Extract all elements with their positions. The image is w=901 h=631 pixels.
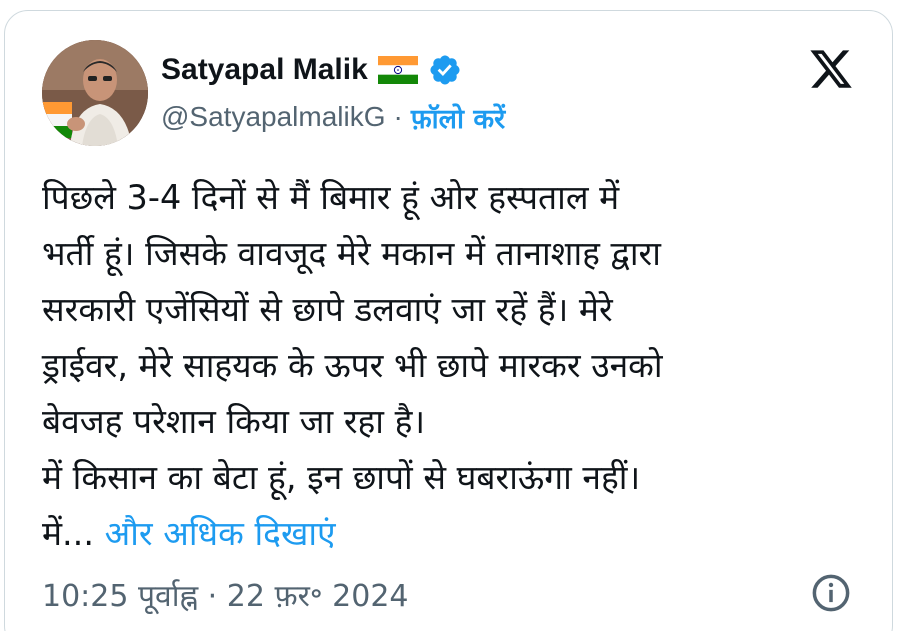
tweet-line: सरकारी एजेंसियों से छापे डलवाएं जा रहें … — [42, 290, 613, 329]
avatar-photo — [42, 40, 148, 146]
x-logo-icon[interactable] — [806, 46, 856, 92]
tweet-line: में किसान का बेटा हूं, इन छापों से घबराऊ… — [42, 458, 641, 497]
tweet-line: भर्ती हूं। जिसके वावजूद मेरे मकान में ता… — [42, 234, 661, 273]
tweet-last-line: में... और अधिक दिखाएं — [42, 506, 872, 562]
tweet-line: बेवजह परेशान किया जा रहा है। — [42, 402, 426, 441]
tweet-timestamp[interactable]: 10:25 पूर्वाह्न · 22 फ़र॰ 2024 — [42, 574, 409, 615]
info-icon[interactable] — [810, 572, 852, 614]
truncated-text: में... — [42, 514, 94, 553]
handle-row: @SatyapalmalikG · फ़ॉलो करें — [161, 97, 505, 137]
author-name-row: Satyapal Malik — [161, 50, 462, 90]
author-handle[interactable]: @SatyapalmalikG — [161, 101, 386, 133]
tweet-text: पिछले 3-4 दिनों से मैं बिमार हूं ओर हस्प… — [42, 170, 872, 562]
tweet-line: पिछले 3-4 दिनों से मैं बिमार हूं ओर हस्प… — [42, 178, 620, 217]
separator-dot: · — [393, 101, 403, 132]
show-more-link[interactable]: और अधिक दिखाएं — [105, 514, 336, 553]
tweet-line: ड्राईवर, मेरे साहयक के ऊपर भी छापे मारकर… — [42, 346, 663, 385]
author-avatar[interactable] — [42, 40, 148, 146]
author-name[interactable]: Satyapal Malik — [161, 53, 368, 87]
follow-button[interactable]: फ़ॉलो करें — [411, 99, 505, 136]
verified-badge-icon — [430, 55, 460, 85]
india-flag-icon — [377, 56, 418, 84]
